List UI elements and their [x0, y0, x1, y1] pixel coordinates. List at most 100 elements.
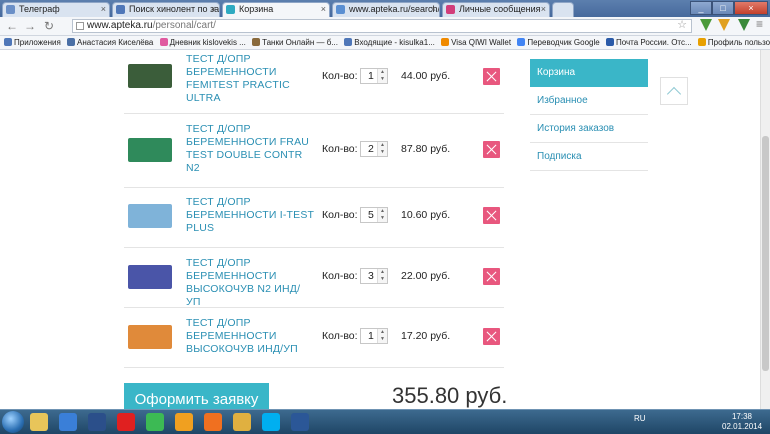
sidebar-item-cart[interactable]: Корзина — [530, 59, 648, 87]
clock-date: 02.01.2014 — [722, 422, 763, 431]
language-indicator[interactable]: RU — [634, 414, 646, 423]
floppy-icon[interactable] — [88, 413, 106, 431]
product-name[interactable]: ТЕСТ Д/ОПР БЕРЕМЕННОСТИ I-TEST PLUS — [186, 196, 314, 235]
bookmark-star-icon[interactable]: ☆ — [677, 19, 687, 31]
tab-apteka-search[interactable]: www.apteka.ru/search/?q × — [332, 2, 440, 17]
tab-favicon-icon — [6, 5, 15, 14]
browser-tab-bar: Телеграф × Поиск хинолент по запр × Корзин… — [0, 0, 770, 17]
yandex-icon[interactable] — [117, 413, 135, 431]
spin-arrows-icon[interactable]: ▲ ▼ — [377, 329, 387, 343]
spin-arrows-icon[interactable]: ▲ ▼ — [377, 269, 387, 283]
address-bar[interactable]: www.apteka.ru/personal/cart/ ☆ — [72, 19, 692, 33]
qty-label: Кол-во: — [322, 330, 358, 342]
aimp-icon[interactable] — [175, 413, 193, 431]
close-tab-icon[interactable]: × — [541, 3, 546, 16]
bookmark-translate[interactable]: Переводчик Google — [517, 36, 600, 49]
product-price: 44.00 руб. — [401, 70, 451, 82]
remove-item-button[interactable] — [483, 328, 500, 345]
bookmarks-bar: Приложения Анастасия Киселёва Дневник ki… — [0, 36, 770, 50]
forward-arrow-icon[interactable]: → — [24, 19, 36, 33]
bookmark-tanki[interactable]: Танки Онлайн — б... — [252, 36, 338, 49]
product-image[interactable] — [128, 265, 172, 289]
minimize-button[interactable]: _ — [690, 1, 712, 15]
menu-icon[interactable]: ≡ — [756, 17, 763, 31]
product-image[interactable] — [128, 204, 172, 228]
chrome-icon[interactable] — [146, 413, 164, 431]
product-name[interactable]: ТЕСТ Д/ОПР БЕРЕМЕННОСТИ FRAU TEST DOUBLE… — [186, 123, 314, 175]
close-tab-icon[interactable]: × — [431, 3, 436, 16]
clock-time: 17:38 — [731, 412, 753, 421]
bookmark-inbox[interactable]: Входящие - kisulka1... — [344, 36, 435, 49]
sidebar-item-subscription[interactable]: Подписка — [530, 143, 648, 171]
close-tab-icon[interactable]: × — [321, 3, 326, 16]
new-tab-button[interactable] — [552, 2, 574, 17]
page-icon — [76, 22, 84, 30]
page-content: ТЕСТ Д/ОПР БЕРЕМЕННОСТИ FEMITEST PRACTIC… — [0, 50, 770, 409]
spin-arrows-icon[interactable]: ▲ ▼ — [377, 69, 387, 83]
qty-label: Кол-во: — [322, 270, 358, 282]
apps-icon — [4, 38, 12, 46]
tab-messages[interactable]: Личные сообщения × — [442, 2, 550, 17]
media-player-icon[interactable] — [59, 413, 77, 431]
product-image[interactable] — [128, 325, 172, 349]
spin-arrows-icon[interactable]: ▲ ▼ — [377, 142, 387, 156]
sidebar-item-favorites[interactable]: Избранное — [530, 87, 648, 115]
reload-icon[interactable]: ↻ — [44, 19, 54, 33]
bookmark-post[interactable]: Почта России. Отс... — [605, 36, 692, 49]
remove-item-button[interactable] — [483, 141, 500, 158]
remove-item-button[interactable] — [483, 207, 500, 224]
navigation-bar: ← → ↻ www.apteka.ru/personal/cart/ ☆ ≡ — [0, 17, 770, 36]
download-extension-icon[interactable] — [700, 19, 712, 31]
tanki-icon — [252, 38, 261, 46]
quantity-stepper[interactable]: 5 ▲ ▼ — [360, 207, 388, 223]
quantity-stepper[interactable]: 1 ▲ ▼ — [360, 68, 388, 84]
bookmark-diary[interactable]: Дневник kislovekis ... — [159, 36, 246, 49]
tab-cart[interactable]: Корзина × — [222, 2, 330, 17]
product-name[interactable]: ТЕСТ Д/ОПР БЕРЕМЕННОСТИ ВЫСОКОЧУВ ИНД/УП — [186, 317, 314, 356]
profile-icon — [697, 38, 706, 46]
bookmark-apps[interactable]: Приложения — [4, 36, 61, 49]
bookmark-profile[interactable]: Профиль пользова... — [697, 36, 770, 49]
close-tab-icon[interactable]: × — [211, 3, 216, 16]
product-price: 87.80 руб. — [401, 143, 451, 155]
diary-icon — [159, 38, 168, 46]
remove-item-button[interactable] — [483, 268, 500, 285]
product-price: 10.60 руб. — [401, 209, 451, 221]
qiwi-icon — [441, 38, 450, 46]
bookmark-qiwi[interactable]: Visa QIWI Wallet — [441, 36, 511, 49]
close-tab-icon[interactable]: × — [101, 3, 106, 16]
quantity-stepper[interactable]: 3 ▲ ▼ — [360, 268, 388, 284]
extension-icon[interactable] — [718, 19, 730, 31]
scrollbar-thumb[interactable] — [762, 136, 769, 371]
scroll-to-top-button[interactable] — [660, 77, 688, 105]
folder-icon[interactable] — [233, 413, 251, 431]
product-image[interactable] — [128, 138, 172, 162]
product-name[interactable]: ТЕСТ Д/ОПР БЕРЕМЕННОСТИ FEMITEST PRACTIC… — [186, 53, 314, 105]
sidebar-item-order-history[interactable]: История заказов — [530, 115, 648, 143]
qty-label: Кол-во: — [322, 209, 358, 221]
skype-icon[interactable] — [262, 413, 280, 431]
tab-telegraf[interactable]: Телеграф × — [2, 2, 110, 17]
cart-total: 355.80 руб. — [392, 383, 508, 408]
product-name[interactable]: ТЕСТ Д/ОПР БЕРЕМЕННОСТИ ВЫСОКОЧУВ N2 ИНД… — [186, 257, 314, 309]
cart-row: ТЕСТ Д/ОПР БЕРЕМЕННОСТИ FEMITEST PRACTIC… — [124, 50, 504, 114]
spin-arrows-icon[interactable]: ▲ ▼ — [377, 208, 387, 222]
submit-order-button[interactable]: Оформить заявку — [124, 383, 269, 409]
media-icon[interactable] — [204, 413, 222, 431]
back-arrow-icon[interactable]: ← — [6, 19, 18, 33]
page-scrollbar[interactable] — [760, 50, 770, 409]
qty-label: Кол-во: — [322, 143, 358, 155]
extension-icon[interactable] — [738, 19, 750, 31]
quantity-stepper[interactable]: 1 ▲ ▼ — [360, 328, 388, 344]
tab-search[interactable]: Поиск хинолент по запр × — [112, 2, 220, 17]
explorer-icon[interactable] — [30, 413, 48, 431]
quantity-stepper[interactable]: 2 ▲ ▼ — [360, 141, 388, 157]
product-image[interactable] — [128, 64, 172, 88]
word-icon[interactable] — [291, 413, 309, 431]
start-button[interactable] — [2, 411, 24, 433]
maximize-button[interactable]: □ — [712, 1, 734, 15]
clock[interactable]: 17:38 02.01.2014 — [722, 412, 762, 432]
remove-item-button[interactable] — [483, 68, 500, 85]
close-window-button[interactable]: × — [734, 1, 768, 15]
bookmark-vk[interactable]: Анастасия Киселёва — [67, 36, 153, 49]
